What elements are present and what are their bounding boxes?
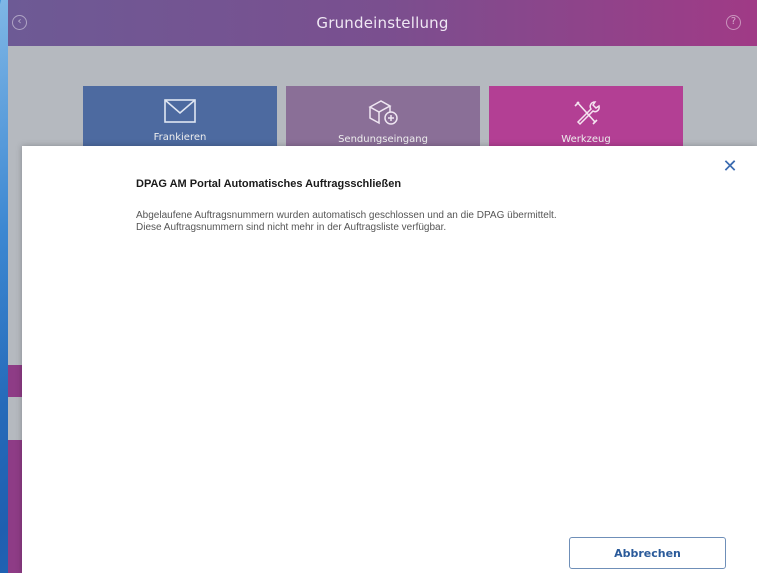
title-bar: ‹ Grundeinstellung ? (8, 0, 757, 46)
cancel-button[interactable]: Abbrechen (569, 537, 726, 569)
help-icon[interactable]: ? (726, 15, 741, 30)
tile-label: Sendungseingang (338, 134, 428, 145)
dialog-message: Abgelaufene Auftragsnummern wurden autom… (136, 210, 696, 234)
envelope-icon (164, 99, 196, 123)
tools-icon (574, 101, 600, 126)
tile-label: Werkzeug (561, 134, 611, 145)
package-add-icon (368, 100, 398, 125)
dialog-message-line: Diese Auftragsnummern sind nicht mehr in… (136, 222, 447, 233)
tile-label: Frankieren (153, 132, 207, 143)
dialog-message-line: Abgelaufene Auftragsnummern wurden autom… (136, 210, 557, 221)
window-title: Grundeinstellung (316, 14, 449, 32)
close-icon[interactable]: ✕ (721, 158, 739, 176)
auto-close-dialog: ✕ DPAG AM Portal Automatisches Auftragss… (22, 146, 757, 573)
dialog-heading: DPAG AM Portal Automatisches Auftragssch… (136, 178, 402, 190)
back-icon[interactable]: ‹ (12, 15, 27, 30)
